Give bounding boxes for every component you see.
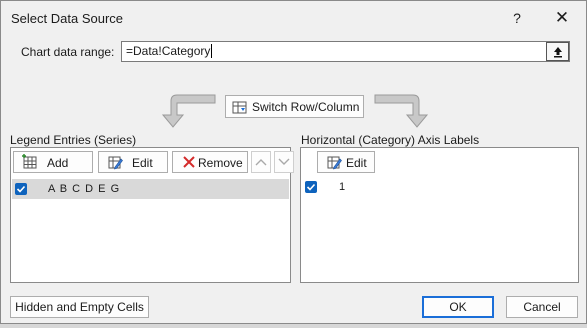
switch-row-column-button[interactable]: Switch Row/Column	[225, 95, 364, 118]
series-name: A B C D E G	[48, 183, 121, 195]
switch-row-column-icon	[232, 101, 247, 114]
edit-series-label: Edit	[132, 156, 153, 170]
collapse-dialog-button[interactable]	[546, 42, 569, 61]
category-axis-labels-label: Horizontal (Category) Axis Labels	[301, 133, 480, 147]
category-axis-labels-pane: Edit 1	[300, 147, 579, 283]
remove-x-icon	[183, 156, 195, 168]
hidden-empty-cells-button[interactable]: Hidden and Empty Cells	[10, 296, 149, 318]
list-item[interactable]: 1	[302, 178, 577, 198]
remove-series-button[interactable]: Remove	[172, 151, 248, 173]
edit-table-icon	[327, 156, 342, 170]
checkbox-checked-icon[interactable]	[15, 183, 27, 195]
select-data-source-dialog: Select Data Source ? ✕ Chart data range:…	[0, 0, 587, 324]
chevron-up-icon	[255, 159, 267, 166]
legend-entries-pane: Add Edit Remove A B C D E G	[10, 147, 294, 283]
curved-arrow-left-icon	[161, 94, 216, 128]
checkbox-checked-icon[interactable]	[305, 181, 317, 193]
edit-table-icon	[108, 156, 123, 170]
upload-arrow-icon	[553, 47, 562, 58]
chevron-down-icon	[278, 158, 290, 165]
add-series-button[interactable]: Add	[13, 151, 93, 173]
legend-entries-label: Legend Entries (Series)	[10, 133, 137, 147]
category-label: 1	[339, 181, 347, 193]
help-button[interactable]: ?	[507, 8, 527, 28]
remove-series-label: Remove	[198, 156, 243, 170]
edit-axis-labels-label: Edit	[346, 156, 367, 170]
cancel-button[interactable]: Cancel	[506, 296, 578, 318]
dialog-title: Select Data Source	[11, 11, 124, 26]
close-button[interactable]: ✕	[551, 8, 573, 28]
switch-row-column-label: Switch Row/Column	[252, 100, 360, 114]
chart-data-range-value: =Data!Category	[126, 44, 211, 58]
title-bar: Select Data Source ? ✕	[1, 1, 586, 35]
add-table-icon	[22, 154, 37, 169]
move-up-button[interactable]	[251, 151, 271, 173]
edit-series-button[interactable]: Edit	[98, 151, 168, 173]
move-down-button[interactable]	[274, 151, 294, 173]
edit-axis-labels-button[interactable]: Edit	[317, 151, 375, 173]
list-item[interactable]: A B C D E G	[12, 179, 289, 199]
chart-data-range-label: Chart data range:	[21, 45, 115, 59]
chart-data-range-input[interactable]: =Data!Category	[121, 41, 570, 62]
ok-button[interactable]: OK	[422, 296, 494, 318]
add-series-label: Add	[47, 156, 69, 170]
curved-arrow-right-icon	[374, 94, 429, 128]
